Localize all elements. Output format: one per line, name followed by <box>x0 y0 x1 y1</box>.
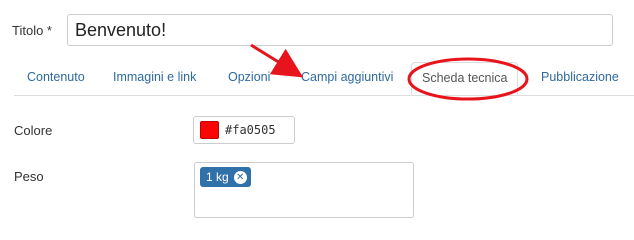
tab-immagini-e-link[interactable]: Immagini e link <box>113 70 196 84</box>
weight-label: Peso <box>14 169 44 184</box>
color-picker-field[interactable]: #fa0505 <box>193 116 295 144</box>
title-label: Titolo * <box>12 23 52 38</box>
color-label: Colore <box>14 123 53 138</box>
weight-tag-label: 1 kg <box>206 170 229 184</box>
tab-bar: Contenuto Immagini e link Opzioni Campi … <box>14 62 634 96</box>
close-circle-icon[interactable]: ✕ <box>233 170 247 184</box>
tab-opzioni[interactable]: Opzioni <box>228 70 270 84</box>
color-swatch[interactable] <box>200 121 219 139</box>
weight-tag-input[interactable]: 1 kg ✕ <box>194 162 414 218</box>
weight-tag: 1 kg ✕ <box>200 167 251 187</box>
color-value: #fa0505 <box>225 123 276 137</box>
tab-scheda-tecnica[interactable]: Scheda tecnica <box>411 62 519 95</box>
title-input[interactable]: Benvenuto! <box>67 14 613 46</box>
tab-contenuto[interactable]: Contenuto <box>27 70 85 84</box>
tab-campi-aggiuntivi[interactable]: Campi aggiuntivi <box>301 70 393 84</box>
tab-pubblicazione[interactable]: Pubblicazione <box>541 70 619 84</box>
